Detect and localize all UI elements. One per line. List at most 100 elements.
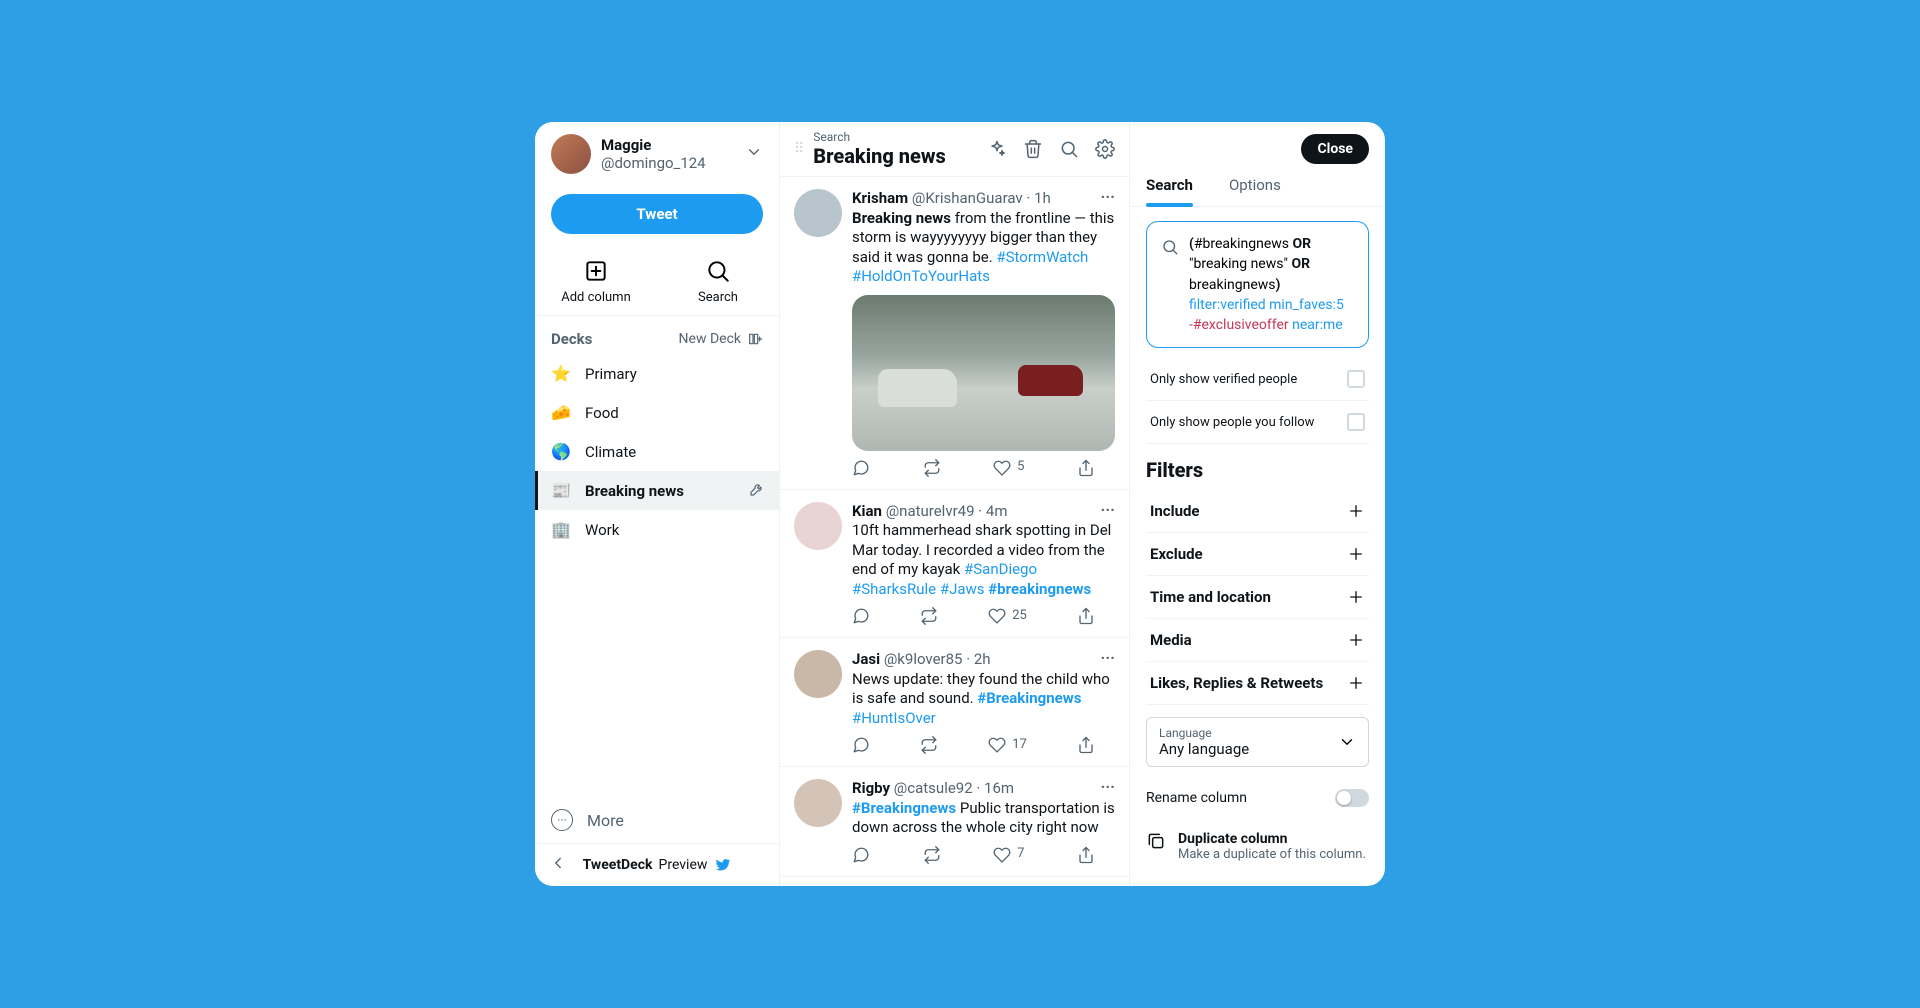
tweet-more-button[interactable]: ··· [1101,777,1115,796]
plus-icon [1347,631,1365,649]
avatar [794,189,842,237]
new-deck-button[interactable]: New Deck [679,331,763,347]
reply-button[interactable] [852,736,870,754]
sidebar-item-breaking-news[interactable]: 📰 Breaking news [535,471,779,510]
feed-header: ⠿ Search Breaking news [780,122,1129,177]
tweet[interactable]: katie o. @kay_tee_oh · 1h Newly discover… [780,877,1129,887]
deck-label: Work [585,521,619,539]
retweet-button[interactable] [920,607,938,625]
sidebar: Maggie @domingo_124 Tweet Add column Sea… [535,122,780,886]
close-button[interactable]: Close [1301,134,1369,164]
language-label: Language [1159,726,1249,740]
tab-search[interactable]: Search [1146,164,1193,206]
sidebar-item-food[interactable]: 🧀 Food [535,393,779,432]
add-column-label: Add column [561,290,631,305]
tweet-button[interactable]: Tweet [551,194,763,234]
trash-icon[interactable] [1023,139,1043,159]
tab-options[interactable]: Options [1229,164,1281,206]
filter-include[interactable]: Include [1146,490,1369,533]
share-button[interactable] [1077,607,1095,625]
wrench-icon[interactable] [749,481,765,501]
back-button[interactable] [549,854,567,876]
reply-button[interactable] [852,846,870,864]
duplicate-column-button[interactable]: Duplicate column Make a duplicate of thi… [1146,831,1369,862]
only-verified-toggle: Only show verified people [1146,358,1369,401]
tweet-handle: @KrishanGuarav · 1h [912,189,1051,207]
retweet-button[interactable] [923,846,941,864]
checkbox[interactable] [1347,370,1365,388]
preview-label: TweetDeck Preview [583,856,732,874]
deck-label: Primary [585,365,637,383]
tweet-author: Jasi [852,650,880,668]
deck-icon: 🧀 [551,403,571,422]
tweet-more-button[interactable]: ··· [1101,187,1115,206]
sidebar-item-primary[interactable]: ⭐Primary [535,354,779,393]
deck-label: Food [585,404,619,422]
tweet[interactable]: Kian @naturelvr49 · 4m 10ft hammerhead s… [780,490,1129,639]
filter-media[interactable]: Media [1146,619,1369,662]
avatar [794,779,842,827]
share-button[interactable] [1077,459,1095,477]
filter-time-and-location[interactable]: Time and location [1146,576,1369,619]
plus-icon [1347,588,1365,606]
retweet-button[interactable] [923,459,941,477]
filter-likes-replies-retweets[interactable]: Likes, Replies & Retweets [1146,662,1369,705]
like-button[interactable]: 25 [988,607,1027,625]
sidebar-item-work[interactable]: 🏢Work [535,510,779,549]
rename-toggle[interactable] [1335,789,1369,807]
tweet[interactable]: Rigby @catsule92 · 16m #Breakingnews Pub… [780,767,1129,877]
tweet[interactable]: Jasi @k9lover85 · 2h News update: they f… [780,638,1129,767]
feed-column: ⠿ Search Breaking news Krisham @KrishanG… [780,122,1130,886]
chevron-down-icon [1338,733,1356,751]
filters-title: Filters [1146,458,1369,482]
filter-label: Include [1150,502,1200,520]
deck-icon: 🌎 [551,442,571,461]
filter-exclude[interactable]: Exclude [1146,533,1369,576]
tweet-handle: @k9lover85 · 2h [884,650,991,668]
feed-kicker: Search [813,130,946,144]
checkbox[interactable] [1347,413,1365,431]
settings-column: Close Search Options (#breakingnews OR "… [1130,122,1385,886]
duplicate-icon [1146,831,1166,851]
drag-handle-icon[interactable]: ⠿ [794,146,805,152]
preview-bar: TweetDeck Preview [535,843,779,886]
deck-icon: 📰 [551,481,571,500]
sidebar-search-label: Search [698,290,738,305]
query-text: (#breakingnews OR "breaking news" OR bre… [1189,234,1354,335]
reply-button[interactable] [852,607,870,625]
search-query-input[interactable]: (#breakingnews OR "breaking news" OR bre… [1146,221,1369,348]
more-icon: ··· [551,809,573,831]
sidebar-search-button[interactable]: Search [657,250,779,315]
like-button[interactable]: 5 [993,459,1024,477]
search-icon[interactable] [1059,139,1079,159]
more-button[interactable]: ··· More [535,797,779,843]
tweet-image[interactable] [852,295,1115,451]
retweet-button[interactable] [920,736,938,754]
share-button[interactable] [1077,736,1095,754]
rename-column-row: Rename column [1146,789,1369,807]
tweet-more-button[interactable]: ··· [1101,500,1115,519]
tweet[interactable]: Krisham @KrishanGuarav · 1h Breaking new… [780,177,1129,490]
like-button[interactable]: 7 [993,846,1024,864]
profile-switcher[interactable]: Maggie @domingo_124 [535,122,779,186]
sparkle-icon[interactable] [987,139,1007,159]
tweet-author: Kian [852,502,882,520]
language-select[interactable]: Language Any language [1146,717,1369,767]
twitter-bird-icon [713,856,731,874]
deck-label: Breaking news [585,482,684,500]
plus-icon [1347,674,1365,692]
like-button[interactable]: 17 [988,736,1027,754]
reply-button[interactable] [852,459,870,477]
tweet-body: News update: they found the child who is… [852,670,1115,729]
tweet-more-button[interactable]: ··· [1101,648,1115,667]
avatar [794,502,842,550]
add-column-button[interactable]: Add column [535,250,657,315]
only-follow-toggle: Only show people you follow [1146,401,1369,444]
sidebar-actions: Add column Search [535,250,779,316]
share-button[interactable] [1077,846,1095,864]
tweet-handle: @catsule92 · 16m [894,779,1014,797]
gear-icon[interactable] [1095,139,1115,159]
sidebar-item-climate[interactable]: 🌎Climate [535,432,779,471]
plus-icon [1347,502,1365,520]
decks-header: Decks New Deck [535,316,779,354]
